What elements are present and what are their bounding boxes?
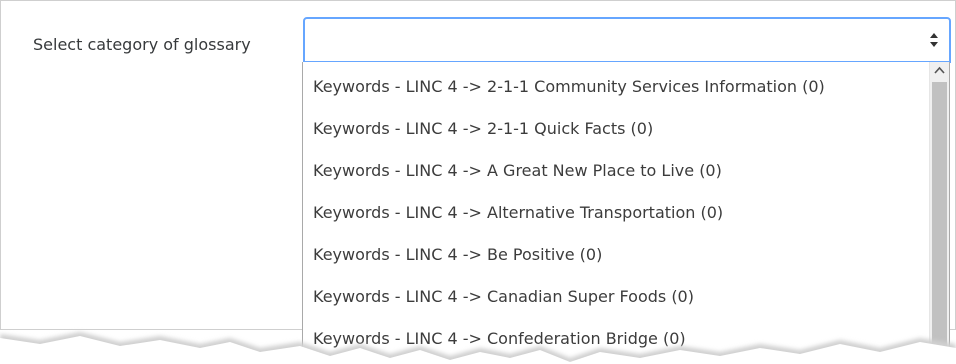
scroll-up-arrow-icon[interactable]: [930, 62, 949, 80]
category-label: Select category of glossary: [33, 35, 251, 54]
dropdown-option[interactable]: Keywords - LINC 4 -> Canadian Super Food…: [313, 278, 694, 316]
dropdown-option[interactable]: Keywords - LINC 4 -> 2-1-1 Quick Facts (…: [313, 110, 653, 148]
torn-edge-decoration: [0, 332, 956, 364]
dropdown-option[interactable]: Keywords - LINC 4 -> A Great New Place t…: [313, 152, 722, 190]
dropdown-option[interactable]: Keywords - LINC 4 -> Alternative Transpo…: [313, 194, 723, 232]
category-select[interactable]: [303, 17, 951, 63]
dropdown-option[interactable]: Keywords - LINC 4 -> 2-1-1 Community Ser…: [313, 68, 825, 106]
dropdown-option[interactable]: Keywords - LINC 4 -> Be Positive (0): [313, 236, 602, 274]
up-down-caret-icon: [930, 33, 938, 47]
